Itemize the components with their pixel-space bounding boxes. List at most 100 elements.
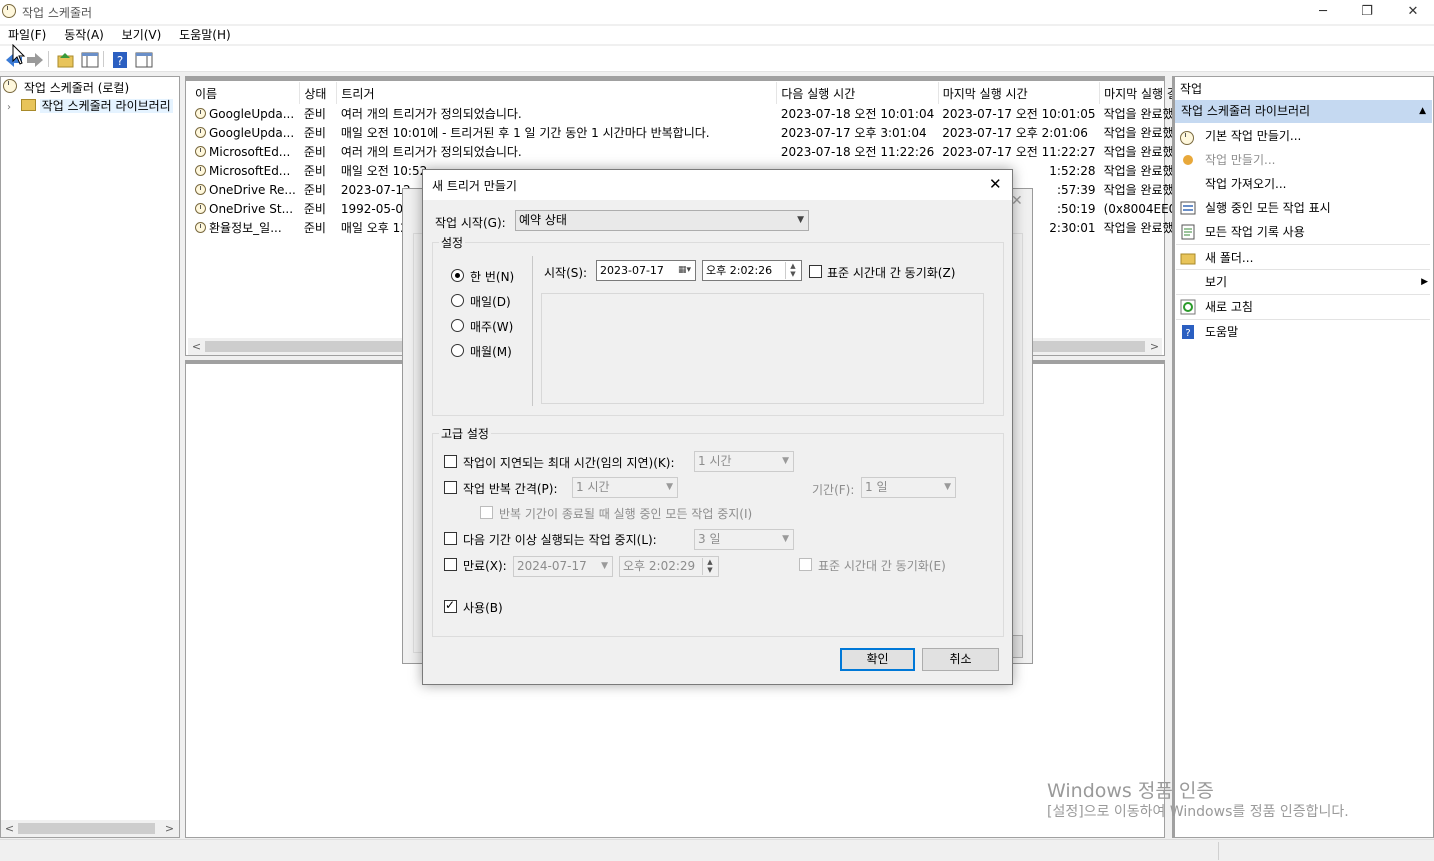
- col-header-trigger[interactable]: 트리거: [336, 82, 778, 104]
- col-header-last-run[interactable]: 마지막 실행 시간: [938, 82, 1101, 104]
- forward-icon[interactable]: [24, 49, 44, 69]
- stop-all-at-end-label[interactable]: 반복 기간이 종료될 때 실행 중인 모든 작업 중지(I): [499, 505, 752, 522]
- task-clock-icon: [195, 222, 206, 233]
- radio-once[interactable]: [451, 269, 464, 282]
- start-task-select[interactable]: 예약 상태 ▼: [515, 210, 809, 231]
- radio-monthly-label[interactable]: 매월(M): [470, 343, 512, 360]
- menu-view[interactable]: 보기(V): [122, 26, 162, 43]
- radio-once-label[interactable]: 한 번(N): [470, 268, 514, 285]
- scroll-left-icon[interactable]: <: [1, 820, 18, 837]
- sync-timezone-label[interactable]: 표준 시간대 간 동기화(Z): [827, 264, 955, 281]
- scheduler-clock-icon: [3, 79, 17, 93]
- action-enable-history[interactable]: 모든 작업 기록 사용: [1174, 220, 1432, 244]
- radio-weekly[interactable]: [451, 319, 464, 332]
- dialog-title: 새 트리거 만들기: [432, 179, 517, 193]
- expire-sync-timezone-label[interactable]: 표준 시간대 간 동기화(E): [818, 557, 946, 574]
- tree-item-library[interactable]: › 작업 스케줄러 라이브러리: [7, 97, 179, 115]
- scroll-left-icon[interactable]: <: [188, 338, 205, 355]
- show-hide-action-pane-icon[interactable]: [133, 49, 153, 69]
- new-folder-icon: [1180, 250, 1196, 266]
- expire-time-value: 오후 2:02:29: [623, 559, 696, 573]
- delay-value: 1 시간: [698, 454, 732, 468]
- action-label: 실행 중인 모든 작업 표시: [1205, 201, 1331, 215]
- scroll-right-icon[interactable]: >: [1146, 338, 1163, 355]
- chevron-down-icon: ▼: [797, 215, 804, 225]
- expire-label[interactable]: 만료(X):: [463, 557, 507, 574]
- folder-up-icon[interactable]: [55, 49, 75, 69]
- delay-checkbox[interactable]: [444, 455, 457, 468]
- close-window-button[interactable]: ✕: [1390, 0, 1434, 24]
- task-last-run: 2023-07-17 오후 2:01:06: [942, 126, 1088, 140]
- radio-weekly-label[interactable]: 매주(W): [470, 318, 513, 335]
- collapse-triangle-icon[interactable]: ▲: [1419, 100, 1426, 123]
- show-hide-tree-icon[interactable]: [79, 49, 99, 69]
- menu-action[interactable]: 동작(A): [64, 26, 104, 43]
- dialog-title-bar: 새 트리거 만들기 ✕: [423, 170, 1012, 200]
- dialog-close-icon[interactable]: ✕: [989, 175, 1002, 193]
- minimize-button[interactable]: ─: [1300, 0, 1346, 24]
- expire-date-picker[interactable]: 2024-07-17 ▼: [513, 556, 613, 577]
- col-header-next-run[interactable]: 다음 실행 시간: [776, 82, 939, 104]
- expire-checkbox[interactable]: [444, 558, 457, 571]
- repeat-label[interactable]: 작업 반복 간격(P):: [463, 480, 558, 497]
- scroll-right-icon[interactable]: >: [161, 820, 178, 837]
- tree-hscrollbar[interactable]: < >: [1, 820, 179, 837]
- expand-chevron-icon[interactable]: ›: [7, 102, 11, 113]
- calendar-dropdown-icon[interactable]: ▦▾: [678, 261, 691, 280]
- status-bar: [0, 839, 1434, 861]
- tree-root[interactable]: 작업 스케줄러 (로컬): [3, 79, 178, 97]
- restore-button[interactable]: ❐: [1344, 0, 1390, 24]
- action-import-task[interactable]: 작업 가져오기...: [1174, 172, 1432, 196]
- action-create-task[interactable]: 작업 만들기...: [1174, 148, 1432, 172]
- help-icon[interactable]: ?: [109, 49, 129, 69]
- action-help[interactable]: ? 도움말: [1174, 320, 1432, 344]
- stop-all-at-end-checkbox[interactable]: [480, 506, 493, 519]
- actions-section-header[interactable]: 작업 스케줄러 라이브러리 ▲: [1175, 100, 1432, 123]
- start-date-picker[interactable]: 2023-07-17 ▦▾: [596, 260, 696, 281]
- table-row[interactable]: MicrosoftEd... 준비 여러 개의 트리거가 정의되었습니다. 2023-…: [191, 142, 1193, 161]
- start-time-spinner[interactable]: 오후 2:02:26 ▲ ▼: [702, 260, 802, 281]
- col-header-status[interactable]: 상태: [299, 82, 338, 104]
- task-next-run: 2023-07-17 오후 3:01:04: [780, 126, 927, 140]
- action-label: 작업 가져오기...: [1205, 177, 1287, 191]
- stop-longer-select[interactable]: 3 일 ▼: [694, 529, 794, 550]
- menu-file[interactable]: 파일(F): [8, 26, 46, 43]
- expire-sync-timezone-checkbox[interactable]: [799, 558, 812, 571]
- duration-select[interactable]: 1 일 ▼: [861, 477, 956, 498]
- svg-text:?: ?: [1185, 328, 1190, 339]
- delay-label[interactable]: 작업이 지연되는 최대 시간(임의 지연)(K):: [463, 454, 675, 471]
- col-header-name[interactable]: 이름: [191, 82, 301, 104]
- sync-timezone-checkbox[interactable]: [809, 265, 822, 278]
- cancel-button[interactable]: 취소: [922, 648, 999, 671]
- table-row[interactable]: GoogleUpda... 준비 매일 오전 10:01에 - 트리거된 후 1 일…: [191, 123, 1193, 142]
- ok-button[interactable]: 확인: [840, 648, 915, 671]
- task-name: GoogleUpda...: [209, 106, 295, 121]
- tree-root-label: 작업 스케줄러 (로컬): [23, 81, 130, 95]
- action-show-running-tasks[interactable]: 실행 중인 모든 작업 표시: [1174, 196, 1432, 220]
- running-tasks-icon: [1180, 200, 1196, 216]
- app-clock-icon: [2, 4, 19, 20]
- radio-daily[interactable]: [451, 294, 464, 307]
- task-name: OneDrive St...: [209, 201, 294, 216]
- duration-value: 1 일: [865, 480, 888, 494]
- repeat-select[interactable]: 1 시간 ▼: [572, 477, 678, 498]
- spin-updown-icon[interactable]: ▲ ▼: [785, 262, 800, 279]
- menu-help[interactable]: 도움말(H): [179, 26, 231, 43]
- delay-select[interactable]: 1 시간 ▼: [694, 451, 794, 472]
- radio-monthly[interactable]: [451, 344, 464, 357]
- task-status: 준비: [303, 183, 326, 197]
- action-new-folder[interactable]: 새 폴더...: [1174, 246, 1432, 270]
- action-view[interactable]: 보기 ▶: [1174, 270, 1432, 294]
- folder-icon: [20, 99, 36, 111]
- action-refresh[interactable]: 새로 고침: [1174, 295, 1432, 319]
- stop-longer-checkbox[interactable]: [444, 532, 457, 545]
- action-create-basic-task[interactable]: 기본 작업 만들기...: [1174, 124, 1432, 148]
- enabled-checkbox[interactable]: [444, 598, 457, 613]
- repeat-checkbox[interactable]: [444, 481, 457, 494]
- enabled-label[interactable]: 사용(B): [463, 599, 503, 616]
- expire-time-spinner[interactable]: 오후 2:02:29 ▲ ▼: [619, 556, 719, 577]
- spin-updown-icon[interactable]: ▲ ▼: [702, 558, 717, 575]
- stop-longer-label[interactable]: 다음 기간 이상 실행되는 작업 중지(L):: [463, 531, 657, 548]
- table-row[interactable]: GoogleUpda... 준비 여러 개의 트리거가 정의되었습니다. 2023-0…: [191, 104, 1193, 123]
- radio-daily-label[interactable]: 매일(D): [470, 293, 511, 310]
